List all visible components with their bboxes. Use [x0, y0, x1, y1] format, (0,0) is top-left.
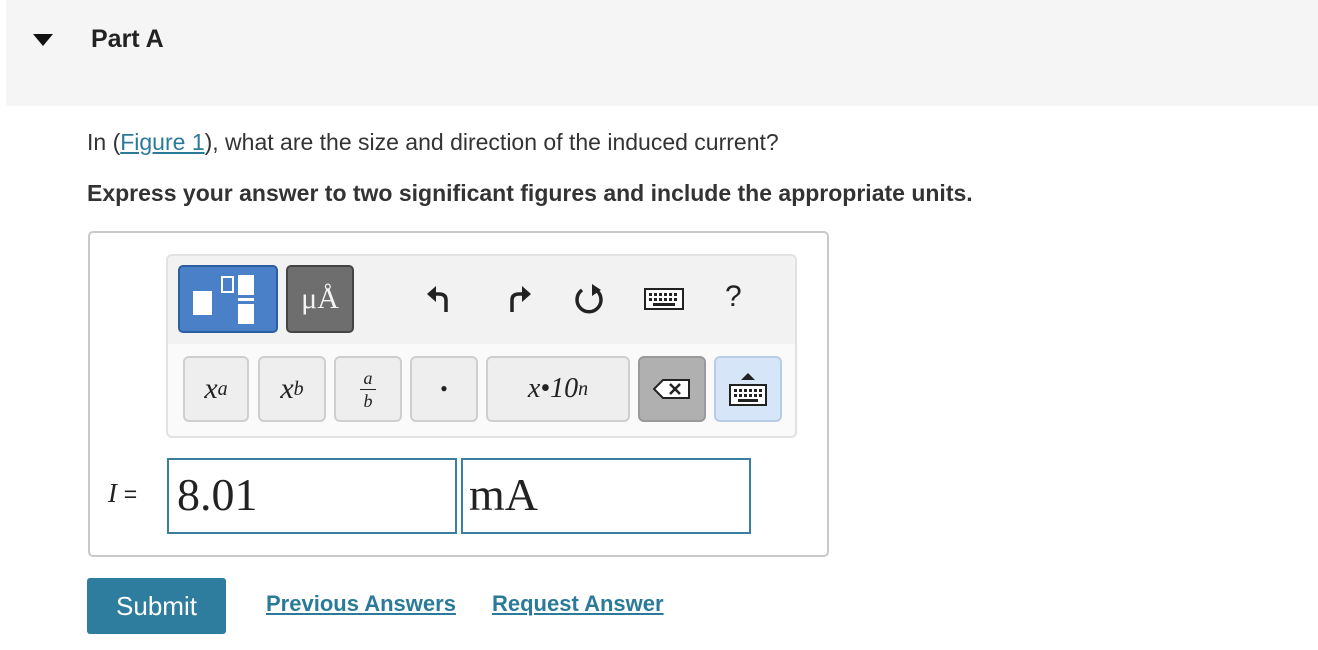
superscript-exp: a: [217, 377, 228, 400]
answer-variable: I: [108, 478, 117, 508]
previous-answers-link[interactable]: Previous Answers: [266, 591, 456, 617]
dot-key[interactable]: •: [410, 356, 478, 422]
collapse-caret-icon[interactable]: [33, 34, 53, 46]
question-suffix: ), what are the size and direction of th…: [204, 129, 779, 155]
subscript-sub: b: [293, 377, 304, 400]
question-prefix: In (: [87, 129, 121, 155]
answer-value-input[interactable]: 8.01: [167, 458, 457, 534]
units-button[interactable]: μÅ: [286, 265, 354, 333]
part-title: Part A: [91, 25, 164, 53]
subscript-base: x: [280, 372, 294, 405]
fraction-bar: [360, 388, 376, 390]
redo-icon[interactable]: [500, 282, 534, 316]
backspace-key[interactable]: [638, 356, 706, 422]
superscript-key[interactable]: xa: [183, 356, 249, 422]
subscript-key[interactable]: xb: [258, 356, 326, 422]
part-header: [6, 0, 1318, 106]
request-answer-link[interactable]: Request Answer: [492, 591, 664, 617]
superscript-base: x: [204, 372, 218, 405]
answer-variable-label: I =: [108, 478, 137, 509]
keyboard-toggle-key[interactable]: [714, 356, 782, 422]
math-toolbar: μÅ ? x a x b a b • x•10 n: [166, 254, 797, 438]
undo-icon[interactable]: [424, 282, 458, 316]
sci-notation-exp: n: [578, 377, 589, 400]
fraction-denominator: b: [363, 390, 373, 411]
instruction-text: Express your answer to two significant f…: [87, 180, 973, 206]
sci-notation-base: x•10: [527, 373, 579, 404]
keyboard-icon[interactable]: [644, 282, 684, 316]
submit-button[interactable]: Submit: [87, 578, 226, 634]
templates-icon: [193, 275, 254, 324]
toolbar-top-row: μÅ ?: [168, 256, 795, 344]
templates-button[interactable]: [178, 265, 278, 333]
help-button[interactable]: ?: [725, 280, 742, 314]
answer-equals: =: [123, 481, 138, 507]
fraction-key[interactable]: a b: [334, 356, 402, 422]
sci-notation-key[interactable]: x•10 n: [486, 356, 630, 422]
backspace-icon: [653, 379, 690, 399]
reset-icon[interactable]: [572, 282, 606, 316]
keyboard-toggle-icon: [729, 373, 767, 406]
fraction-numerator: a: [363, 367, 373, 388]
figure-link[interactable]: Figure 1: [120, 129, 204, 155]
question-text: In (Figure 1), what are the size and dir…: [87, 129, 779, 156]
answer-units-input[interactable]: mA: [461, 458, 751, 534]
